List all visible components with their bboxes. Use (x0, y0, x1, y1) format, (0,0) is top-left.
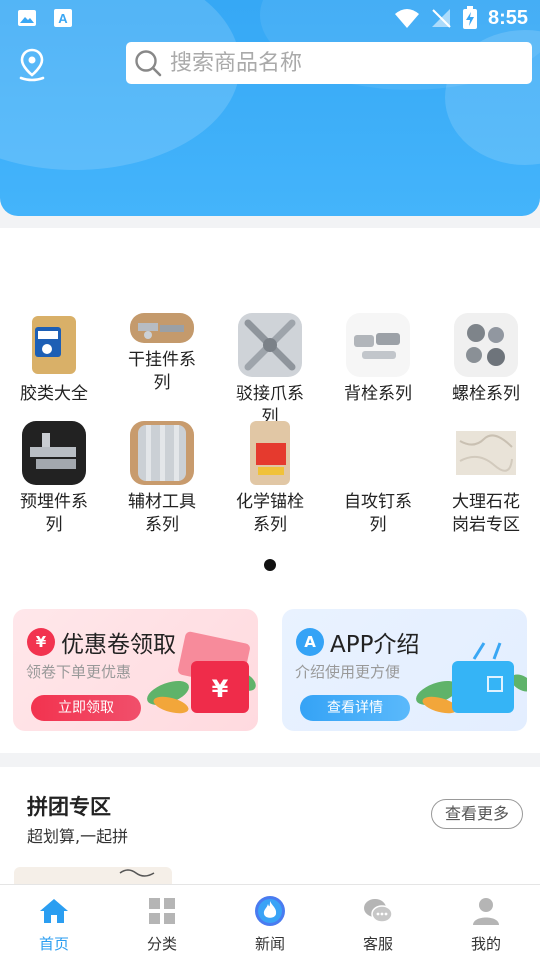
tab-label: 分类 (146, 935, 177, 953)
coupon-subtitle: 领卷下单更优惠 (26, 663, 132, 681)
app-intro-card[interactable]: A APP介绍 介绍使用更方便 查看详情 (282, 609, 527, 731)
category-spider-claw[interactable]: 驳接爪系列 (216, 313, 324, 429)
wifi-icon (394, 9, 419, 28)
no-signal-icon (431, 9, 451, 28)
category-back-bolt[interactable]: 背栓系列 (324, 313, 432, 406)
self-tapping-screw-image (346, 421, 410, 485)
hanging-parts-image (130, 313, 194, 343)
category-label: 预埋件系列 (20, 492, 88, 535)
view-more-button[interactable]: 查看更多 (431, 799, 523, 829)
category-label: 干挂件系列 (128, 350, 196, 393)
category-dry-hanging[interactable]: 干挂件系列 (108, 313, 216, 395)
bolt-image (454, 313, 518, 377)
bottom-tab-bar: 首页 分类 新闻 客服 我的 (0, 884, 540, 960)
clock: 8:55 (487, 6, 528, 29)
product-thumbnail (119, 869, 155, 877)
category-label: 自攻钉系列 (344, 492, 412, 535)
chat-icon (364, 899, 393, 923)
tab-profile[interactable]: 我的 (432, 895, 540, 954)
user-icon (473, 898, 499, 925)
marble-image (454, 421, 518, 485)
svg-text:¥: ¥ (212, 675, 229, 703)
yen-coin-icon: ¥ (27, 628, 55, 656)
battery-charging-icon (462, 6, 477, 29)
status-bar: A 8:55 (0, 0, 540, 36)
view-details-button[interactable]: 查看详情 (300, 695, 410, 721)
tv-box-icon (416, 642, 527, 714)
category-embedded-parts[interactable]: 预埋件系列 (0, 421, 108, 537)
category-label: 胶类大全 (20, 384, 88, 404)
tab-label: 我的 (470, 935, 501, 953)
chemical-anchor-image (238, 421, 302, 485)
tools-image (130, 421, 194, 485)
tab-home[interactable]: 首页 (0, 895, 108, 954)
tab-news[interactable]: 新闻 (216, 895, 324, 954)
svg-text:A: A (58, 11, 68, 26)
location-icon[interactable] (18, 48, 46, 82)
category-section: 胶类大全 干挂件系列 驳接爪系列 背栓系列 螺栓系列 预埋件系列 辅材工具系列 … (0, 228, 540, 753)
red-envelope-icon: ¥ (147, 631, 256, 714)
category-label: 大理石花岗岩专区 (452, 492, 520, 535)
tab-label: 客服 (362, 935, 393, 953)
category-label: 化学锚栓系列 (236, 492, 304, 535)
home-icon (40, 899, 68, 923)
tab-label: 首页 (38, 935, 69, 953)
claim-coupon-button[interactable]: 立即领取 (31, 695, 141, 721)
back-bolt-image (346, 313, 410, 377)
glue-product-image (22, 313, 86, 377)
category-label: 螺栓系列 (452, 384, 520, 404)
tab-category[interactable]: 分类 (108, 895, 216, 954)
embedded-parts-image (22, 421, 86, 485)
category-marble-granite[interactable]: 大理石花岗岩专区 (432, 421, 540, 537)
coupon-card[interactable]: ¥ 优惠卷领取 领卷下单更优惠 立即领取 ¥ (13, 609, 258, 731)
group-buy-subtitle: 超划算,一起拼 (27, 827, 129, 846)
group-buy-title: 拼团专区 (27, 795, 111, 819)
app-intro-subtitle: 介绍使用更方便 (295, 663, 401, 681)
app-a-icon: A (296, 628, 324, 656)
category-chemical-anchor[interactable]: 化学锚栓系列 (216, 421, 324, 537)
category-glue[interactable]: 胶类大全 (0, 313, 108, 406)
header-banner: A 8:55 (0, 0, 540, 216)
pagination-dot[interactable] (264, 559, 276, 571)
category-self-tapping-screw[interactable]: 自攻钉系列 (324, 421, 432, 537)
category-bolt[interactable]: 螺栓系列 (432, 313, 540, 406)
app-intro-title: APP介绍 (330, 632, 420, 658)
search-bar[interactable] (126, 42, 532, 84)
search-input[interactable] (170, 50, 510, 76)
tab-label: 新闻 (254, 935, 285, 953)
search-icon (135, 50, 162, 77)
image-notification-icon (18, 10, 36, 26)
app-notification-icon: A (54, 9, 72, 27)
group-buy-section: 拼团专区 超划算,一起拼 查看更多 (0, 767, 540, 897)
home-page: A 8:55 搜索商品名称 胶类大全 干挂件系列 驳接爪系列 背栓系列 螺栓系列… (0, 0, 540, 960)
spider-claw-image (238, 313, 302, 377)
tab-customer-service[interactable]: 客服 (324, 895, 432, 954)
category-tools[interactable]: 辅材工具系列 (108, 421, 216, 537)
category-label: 背栓系列 (344, 384, 412, 404)
grid-icon (149, 898, 175, 924)
category-label: 辅材工具系列 (128, 492, 196, 535)
flame-icon (255, 896, 285, 926)
